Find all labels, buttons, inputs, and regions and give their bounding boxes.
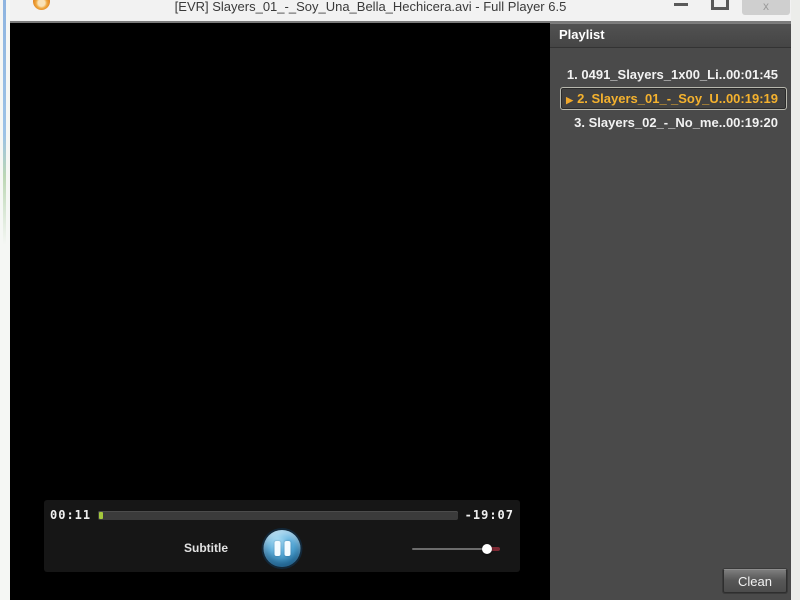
window-content: 00:11 -19:07 Subtitle Playlist 1. 0491_S… bbox=[10, 23, 791, 600]
clean-button[interactable]: Clean bbox=[723, 569, 787, 593]
playlist-item-duration: 00:19:20 bbox=[725, 115, 778, 130]
playlist-item[interactable]: ▶3. Slayers_02_-_No_me..00:19:20 bbox=[560, 111, 787, 134]
playlist-item-label: 3. Slayers_02_-_No_me.. bbox=[574, 115, 726, 130]
desktop-edge-left bbox=[0, 0, 10, 600]
playlist-header: Playlist bbox=[550, 23, 791, 47]
playlist-item[interactable]: ▶ 2. Slayers_01_-_Soy_U..00:19:19 bbox=[560, 87, 787, 110]
maximize-button[interactable] bbox=[710, 0, 729, 12]
volume-knob[interactable] bbox=[481, 544, 492, 554]
pause-icon bbox=[284, 541, 290, 556]
app-icon bbox=[33, 0, 50, 10]
player-control-bar: 00:11 -19:07 Subtitle bbox=[44, 500, 520, 572]
playlist-item-duration: 00:19:19 bbox=[725, 91, 778, 106]
titlebar[interactable]: [EVR] Slayers_01_-_Soy_Una_Bella_Hechice… bbox=[10, 0, 791, 23]
playlist-item-duration: 00:01:45 bbox=[725, 67, 778, 82]
elapsed-time: 00:11 bbox=[50, 508, 92, 522]
seek-progress bbox=[99, 511, 103, 519]
window-title: [EVR] Slayers_01_-_Soy_Una_Bella_Hechice… bbox=[174, 0, 567, 14]
playlist-item-label: 1. 0491_Slayers_1x00_Li.. bbox=[566, 67, 726, 82]
remaining-time: -19:07 bbox=[464, 508, 514, 522]
playlist-item[interactable]: ▶1. 0491_Slayers_1x00_Li..00:01:45 bbox=[560, 63, 787, 86]
video-area[interactable]: 00:11 -19:07 Subtitle bbox=[10, 23, 550, 600]
desktop-blue-stripe bbox=[3, 0, 6, 245]
close-button[interactable]: x bbox=[742, 0, 790, 15]
desktop-edge-right bbox=[791, 0, 800, 600]
playlist-items: ▶1. 0491_Slayers_1x00_Li..00:01:45▶2. Sl… bbox=[550, 63, 791, 134]
minimize-icon bbox=[674, 3, 688, 6]
seek-bar[interactable] bbox=[98, 510, 458, 520]
now-playing-icon: ▶ bbox=[566, 95, 574, 105]
player-window: [EVR] Slayers_01_-_Soy_Una_Bella_Hechice… bbox=[10, 0, 791, 600]
playlist-item-label: 2. Slayers_01_-_Soy_U.. bbox=[577, 91, 726, 106]
screen: [EVR] Slayers_01_-_Soy_Una_Bella_Hechice… bbox=[0, 0, 800, 600]
maximize-icon bbox=[711, 0, 729, 10]
pause-button[interactable] bbox=[263, 530, 301, 567]
playlist-panel: Playlist ▶1. 0491_Slayers_1x00_Li..00:01… bbox=[550, 23, 791, 600]
volume-slider[interactable] bbox=[412, 543, 500, 555]
pause-icon bbox=[274, 541, 280, 556]
seek-row: 00:11 -19:07 bbox=[44, 500, 520, 522]
minimize-button[interactable] bbox=[672, 0, 690, 12]
subtitle-button[interactable]: Subtitle bbox=[184, 541, 228, 555]
